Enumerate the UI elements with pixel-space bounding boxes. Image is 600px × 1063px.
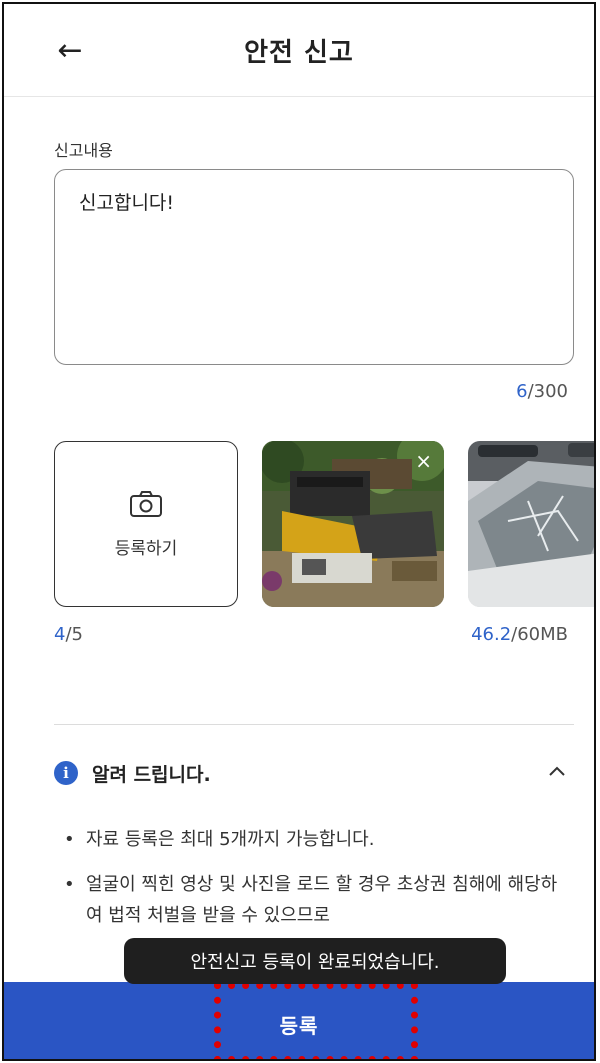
notice-list: • 자료 등록은 최대 5개까지 가능합니다. • 얼굴이 찍힌 영상 및 사진… xyxy=(64,824,564,945)
app-screen: ← 안전 신고 신고내용 신고합니다! 6/300 등록하기 × 4/5 46.… xyxy=(2,2,596,1061)
photo-list: 등록하기 × xyxy=(54,441,594,607)
notice-item-text: 자료 등록은 최대 5개까지 가능합니다. xyxy=(86,829,375,850)
report-content-label: 신고내용 xyxy=(54,141,113,160)
toast-message: 안전신고 등록이 완료되었습니다. xyxy=(124,938,506,984)
add-photo-button[interactable]: 등록하기 xyxy=(54,441,238,607)
notice-title: 알려 드립니다. xyxy=(92,763,211,786)
char-count: 6 xyxy=(516,381,528,402)
file-size-max: /60MB xyxy=(511,624,568,645)
back-button[interactable]: ← xyxy=(50,32,90,68)
photo-thumbnail-construction[interactable]: × xyxy=(262,441,444,607)
photo-thumbnail-car[interactable] xyxy=(468,441,594,607)
section-divider xyxy=(54,724,574,725)
photo-count-max: /5 xyxy=(65,624,83,645)
char-counter: 6/300 xyxy=(516,381,568,402)
submit-label: 등록 xyxy=(279,1014,319,1038)
report-content-textarea[interactable]: 신고합니다! xyxy=(54,169,574,365)
header: ← 안전 신고 xyxy=(4,4,594,96)
char-max: /300 xyxy=(527,381,568,402)
add-photo-label: 등록하기 xyxy=(114,538,178,559)
damaged-car-image xyxy=(468,441,594,607)
info-icon: i xyxy=(54,761,78,785)
chevron-up-icon[interactable] xyxy=(546,760,568,782)
photo-count: 4/5 xyxy=(54,624,83,645)
file-size-count: 46.2/60MB xyxy=(471,624,568,645)
file-size-current: 46.2 xyxy=(471,624,512,645)
notice-item: • 얼굴이 찍힌 영상 및 사진을 로드 할 경우 초상권 침해에 해당하여 법… xyxy=(64,869,564,931)
header-divider xyxy=(4,96,594,97)
page-title: 안전 신고 xyxy=(244,37,354,68)
notice-header[interactable]: i 알려 드립니다. xyxy=(54,756,574,790)
remove-photo-icon[interactable]: × xyxy=(415,449,432,473)
arrow-left-icon: ← xyxy=(57,32,83,68)
camera-icon xyxy=(130,490,162,517)
submit-button[interactable]: 등록 xyxy=(4,982,594,1059)
notice-item: • 자료 등록은 최대 5개까지 가능합니다. xyxy=(64,824,564,855)
photo-count-current: 4 xyxy=(54,624,66,645)
notice-item-text: 얼굴이 찍힌 영상 및 사진을 로드 할 경우 초상권 침해에 해당하여 법적 … xyxy=(86,874,558,926)
